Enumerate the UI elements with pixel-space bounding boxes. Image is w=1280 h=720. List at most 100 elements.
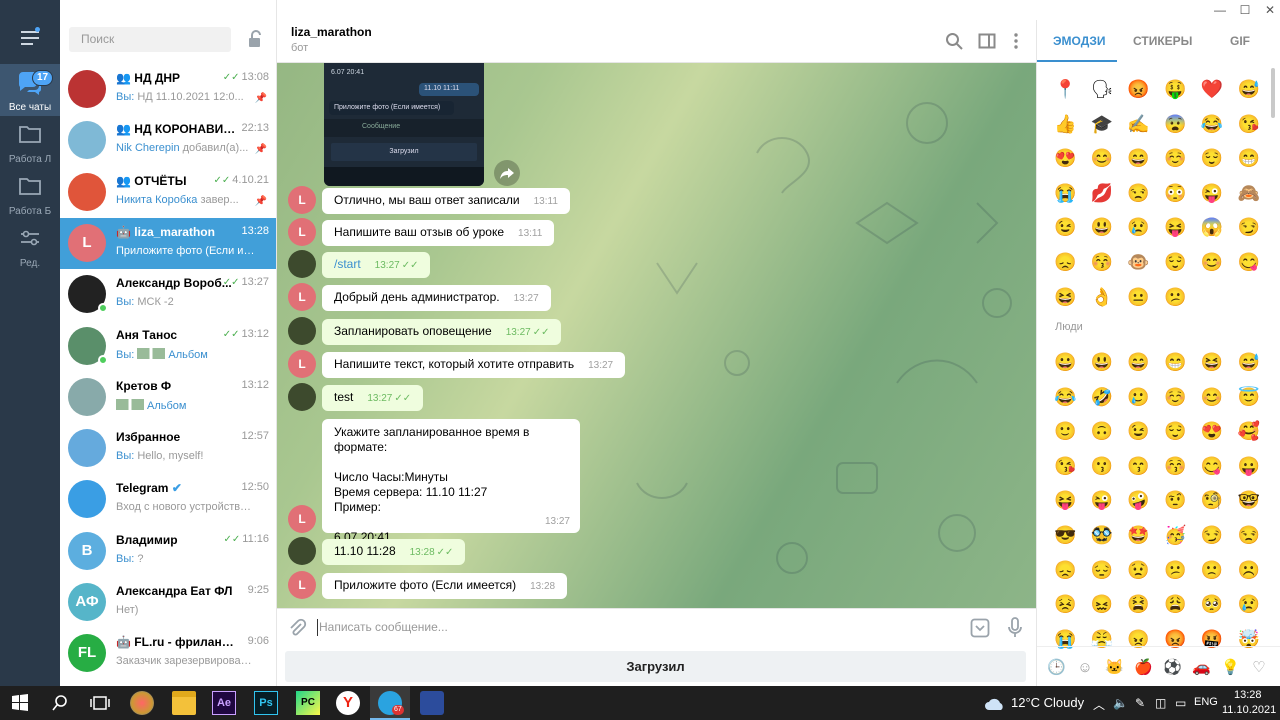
emoji-item[interactable]: 📍	[1054, 78, 1076, 100]
emoji-item[interactable]: 😆	[1054, 286, 1076, 308]
microphone-icon[interactable]	[1007, 617, 1023, 639]
emoji-item[interactable]: 😍	[1054, 147, 1076, 169]
chat-item[interactable]: L 🤖 liza_marathon 13:28 Приложите фото (Есл…	[60, 217, 276, 269]
emoji-item[interactable]: 🥸	[1091, 524, 1113, 546]
forward-icon[interactable]	[494, 160, 520, 186]
emoji-item[interactable]: 🙃	[1091, 420, 1113, 442]
emoji-item[interactable]: 😌	[1164, 420, 1186, 442]
chat-item[interactable]: 👥 НД ДНР ✓✓ 13:08 Вы: НД 11.10.2021 12:0...…	[60, 64, 276, 115]
ball-icon[interactable]: ⚽	[1163, 659, 1182, 677]
emoji-item[interactable]: ☹️	[1238, 559, 1260, 581]
emoji-item[interactable]: 🤩	[1127, 524, 1149, 546]
chat-item[interactable]: В Владимир ✓✓ 11:16 Вы: ?	[60, 526, 276, 577]
sender-avatar[interactable]	[288, 317, 316, 345]
emoji-item[interactable]: 😣	[1054, 593, 1076, 615]
clock-time[interactable]: 13:28	[1234, 689, 1262, 701]
paint-app-icon[interactable]	[130, 691, 154, 715]
emoji-item[interactable]: 🥲	[1127, 386, 1149, 408]
attach-icon[interactable]	[287, 618, 307, 638]
emoji-item[interactable]: 😝	[1164, 216, 1186, 238]
heart-icon[interactable]: ♡	[1250, 659, 1268, 677]
emoji-item[interactable]: 😘	[1054, 455, 1076, 477]
emoji-item[interactable]: 😋	[1238, 251, 1260, 273]
search-input[interactable]: Поиск	[69, 27, 231, 52]
bot-button-zagruzil[interactable]: Загрузил	[285, 651, 1026, 682]
emoji-item[interactable]: ❤️	[1201, 78, 1223, 100]
emoji-item[interactable]: 🤪	[1127, 489, 1149, 511]
emoji-item[interactable]: 😒	[1127, 182, 1149, 204]
messages-area[interactable]: 6.07 20:41 11.10 11:11 Приложите фото (Е…	[277, 63, 1036, 608]
emoji-item[interactable]: 😟	[1127, 559, 1149, 581]
chat-item[interactable]: Telegram ✔ 12:50 Вход с нового устройства.…	[60, 474, 276, 525]
emoji-item[interactable]: 😫	[1127, 593, 1149, 615]
telegram-taskbar-active[interactable]: 67	[370, 686, 410, 720]
emoji-item[interactable]: 😩	[1164, 593, 1186, 615]
emoji-item[interactable]: 🥰	[1238, 420, 1260, 442]
chat-item[interactable]: 👥 ОТЧЁТЫ ✓✓ 4.10.21 Никита Коробка завер...…	[60, 167, 276, 218]
message-input[interactable]: Написать сообщение...	[319, 620, 448, 634]
outgoing-message[interactable]: Запланировать оповещение 13:27 ✓✓	[322, 319, 562, 345]
sender-avatar[interactable]	[288, 537, 316, 565]
menu-icon[interactable]	[21, 27, 40, 45]
emoji-item[interactable]: 😌	[1164, 251, 1186, 273]
emoji-item[interactable]: 😎	[1054, 524, 1076, 546]
emoji-item[interactable]: 😅	[1238, 78, 1260, 100]
emoji-item[interactable]: 😐	[1127, 286, 1149, 308]
emoji-item[interactable]: 😂	[1201, 113, 1223, 135]
clock-date[interactable]: 11.10.2021	[1222, 704, 1276, 716]
sender-avatar[interactable]	[288, 383, 316, 411]
after-effects-icon[interactable]: Ae	[212, 691, 236, 715]
emoji-item[interactable]: 💋	[1091, 182, 1113, 204]
minimize-icon[interactable]: —	[1210, 0, 1230, 20]
emoji-item[interactable]: 😃	[1091, 216, 1113, 238]
emoji-item[interactable]: 😁	[1238, 147, 1260, 169]
emoji-item[interactable]: 😡	[1127, 78, 1149, 100]
emoji-item[interactable]: 😭	[1054, 182, 1076, 204]
emoji-item[interactable]: 😝	[1054, 489, 1076, 511]
car-icon[interactable]: 🚗	[1192, 659, 1211, 677]
emoji-item[interactable]: 🥳	[1164, 524, 1186, 546]
smile-icon[interactable]: ☺	[1076, 659, 1094, 677]
apple-icon[interactable]: 🍎	[1134, 659, 1153, 677]
emoji-item[interactable]: 🥺	[1201, 593, 1223, 615]
emoji-item[interactable]: 🤨	[1164, 489, 1186, 511]
emoji-item[interactable]: 😄	[1127, 351, 1149, 373]
chat-title[interactable]: liza_marathon	[291, 25, 372, 39]
search-icon[interactable]	[48, 691, 72, 715]
emoji-item[interactable]: 😞	[1054, 559, 1076, 581]
incoming-message[interactable]: Отлично, мы ваш ответ записали 13:11	[322, 188, 570, 214]
scrollbar[interactable]	[1271, 68, 1275, 118]
sender-avatar[interactable]: L	[288, 350, 316, 378]
pen-icon[interactable]: ✎	[1135, 696, 1145, 710]
weather-label[interactable]: 12°C Cloudy	[1011, 695, 1084, 710]
emoji-item[interactable]: 😊	[1091, 147, 1113, 169]
sender-avatar[interactable]: L	[288, 571, 316, 599]
incoming-message[interactable]: Приложите фото (Если имеется) 13:28	[322, 573, 568, 599]
chat-item[interactable]: 👥 НД КОРОНАВИРУС 22:13 Nik Cherepin добави…	[60, 115, 276, 166]
emoji-item[interactable]: 🎓	[1091, 113, 1113, 135]
pycharm-icon[interactable]: PC	[296, 691, 320, 715]
battery-icon[interactable]: ▭	[1175, 696, 1186, 710]
more-options-icon[interactable]	[1007, 32, 1025, 50]
emoji-item[interactable]: 🤣	[1091, 386, 1113, 408]
chat-item[interactable]: Александр Вороб... ✓✓ 13:27 Вы: МСК -2	[60, 269, 276, 320]
sender-avatar[interactable]: L	[288, 186, 316, 214]
emoji-item[interactable]: 😉	[1054, 216, 1076, 238]
tab-stickers[interactable]: СТИКЕРЫ	[1133, 34, 1192, 48]
emoji-item[interactable]: 😀	[1054, 351, 1076, 373]
incoming-message[interactable]: Добрый день администратор. 13:27	[322, 285, 551, 311]
emoji-item[interactable]: 🙈	[1238, 182, 1260, 204]
emoji-item[interactable]: ✍️	[1127, 113, 1149, 135]
tab-gif[interactable]: GIF	[1230, 34, 1250, 48]
yandex-browser-icon[interactable]: Y	[336, 691, 360, 715]
emoji-item[interactable]: 👍	[1054, 113, 1076, 135]
emoji-item[interactable]: 🤓	[1238, 489, 1260, 511]
sender-avatar[interactable]: L	[288, 218, 316, 246]
bulb-icon[interactable]: 💡	[1221, 659, 1240, 677]
emoji-item[interactable]: 😔	[1091, 559, 1113, 581]
emoji-item[interactable]: 😨	[1164, 113, 1186, 135]
emoji-item[interactable]: 😢	[1238, 593, 1260, 615]
incoming-message[interactable]: Укажите запланированное время в формате:…	[322, 419, 580, 544]
emoji-item[interactable]: ☺️	[1164, 386, 1186, 408]
emoji-item[interactable]: 😒	[1238, 524, 1260, 546]
